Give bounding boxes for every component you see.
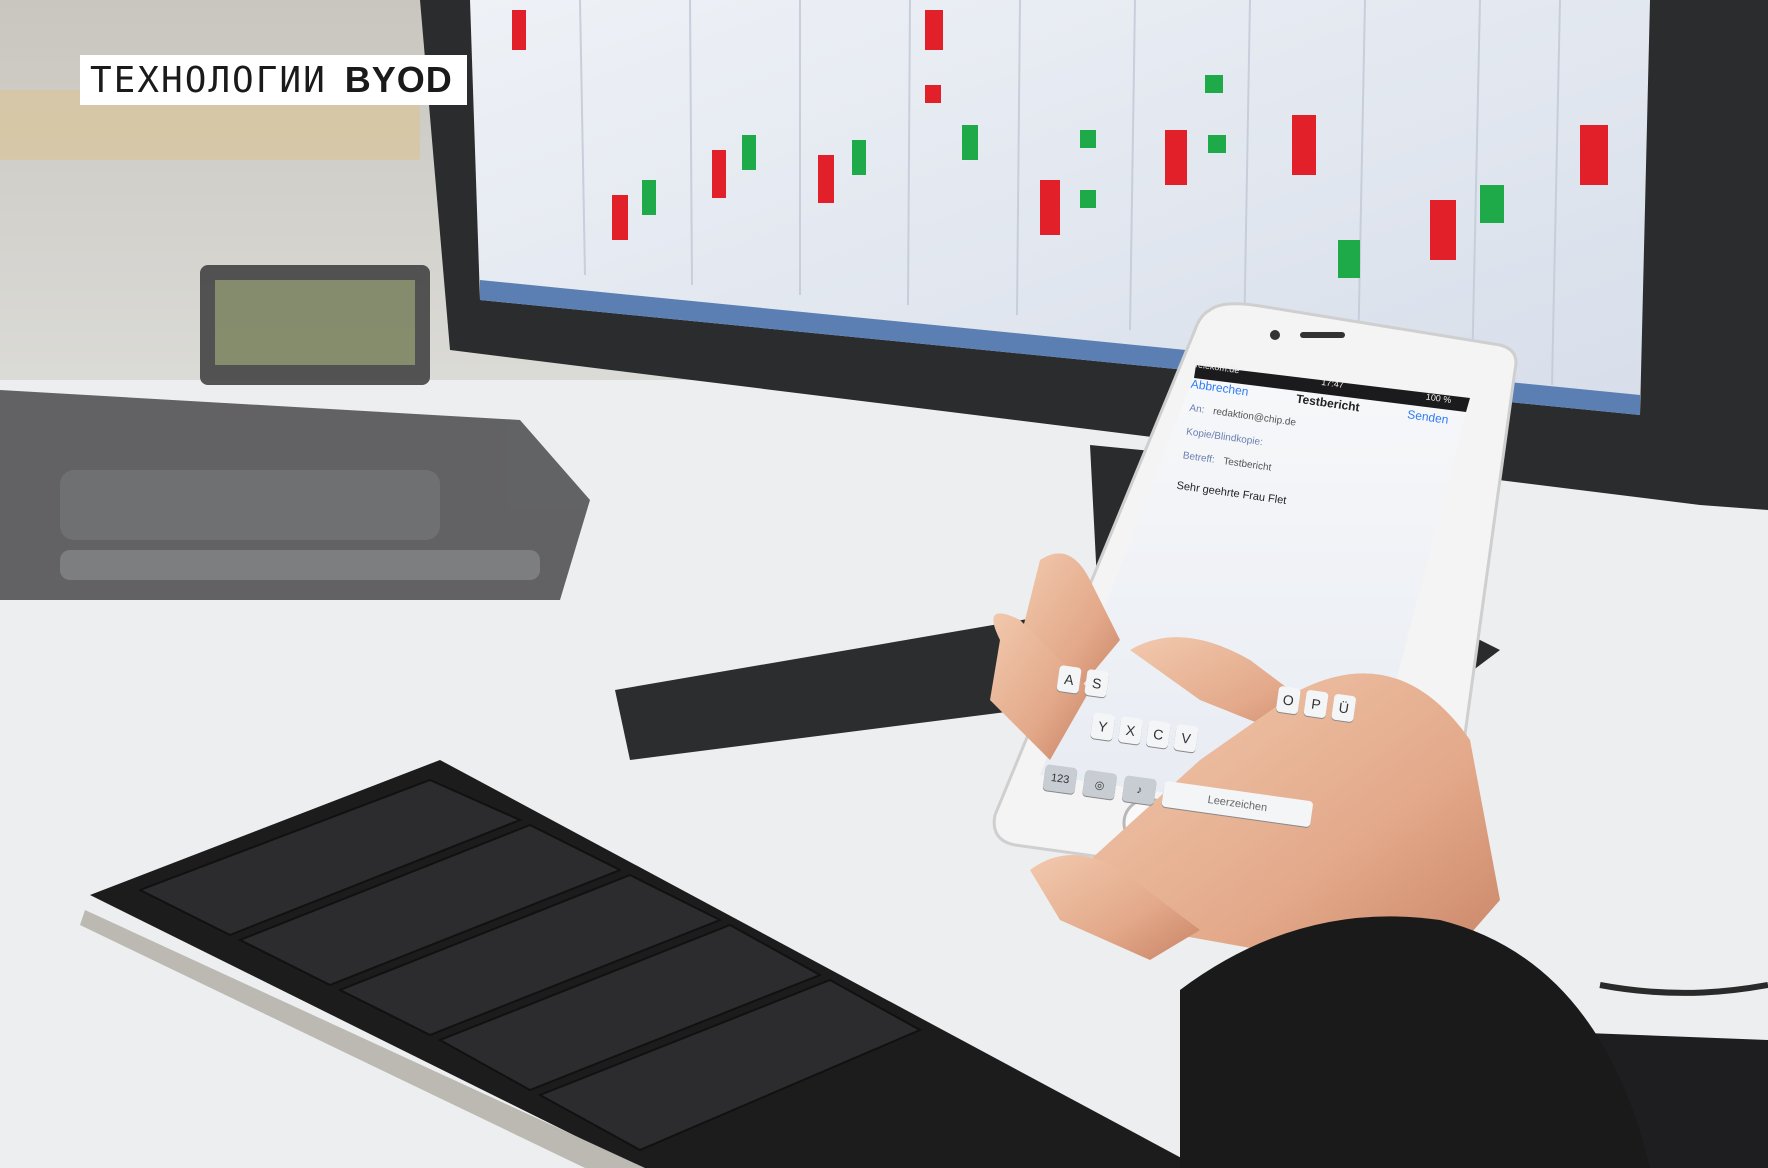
subject-label: Betreff: [1182, 450, 1216, 466]
space-key[interactable]: Leerzeichen [1161, 780, 1314, 828]
office-desk-scene [0, 0, 1768, 1168]
section-header: ТЕХНОЛОГИИ BYOD [80, 55, 467, 105]
key-s[interactable]: S [1084, 668, 1110, 698]
to-field[interactable]: An: redaktion@chip.de [1189, 403, 1297, 429]
key-row-3: Y X C V [1090, 712, 1199, 753]
subject-value: Testbericht [1222, 456, 1272, 474]
globe-icon[interactable]: ◎ [1082, 769, 1118, 800]
carrier-label: Telekom.de [1193, 358, 1241, 376]
cancel-button[interactable]: Abbrechen [1190, 377, 1249, 399]
to-value: redaktion@chip.de [1212, 406, 1297, 429]
phone-mail-compose: Telekom.de 17:47 100 % Abbrechen Testber… [1149, 355, 1467, 720]
mail-body[interactable]: Sehr geehrte Frau Flet [1176, 480, 1287, 507]
section-title: ТЕХНОЛОГИИ [90, 59, 327, 101]
send-button[interactable]: Senden [1406, 407, 1449, 427]
cc-label: Kopie/Blindkopie: [1185, 426, 1264, 449]
cc-field[interactable]: Kopie/Blindkopie: [1185, 427, 1263, 449]
section-tag: BYOD [344, 59, 453, 100]
key-x[interactable]: X [1117, 716, 1144, 745]
key-v[interactable]: V [1173, 723, 1199, 753]
key-o[interactable]: O [1275, 685, 1302, 715]
numbers-key[interactable]: 123 [1042, 764, 1078, 795]
key-p[interactable]: P [1303, 689, 1329, 719]
key-ue[interactable]: Ü [1331, 693, 1357, 723]
subject-field[interactable]: Betreff: Testbericht [1182, 450, 1272, 473]
key-c[interactable]: C [1145, 719, 1172, 749]
key-row-2: A S [1056, 665, 1110, 698]
clock-label: 17:47 [1320, 376, 1345, 390]
microphone-icon[interactable]: ♪ [1121, 775, 1157, 806]
to-label: An: [1188, 402, 1206, 416]
battery-label: 100 % [1425, 391, 1452, 406]
key-y[interactable]: Y [1090, 712, 1116, 741]
key-a[interactable]: A [1056, 665, 1082, 694]
